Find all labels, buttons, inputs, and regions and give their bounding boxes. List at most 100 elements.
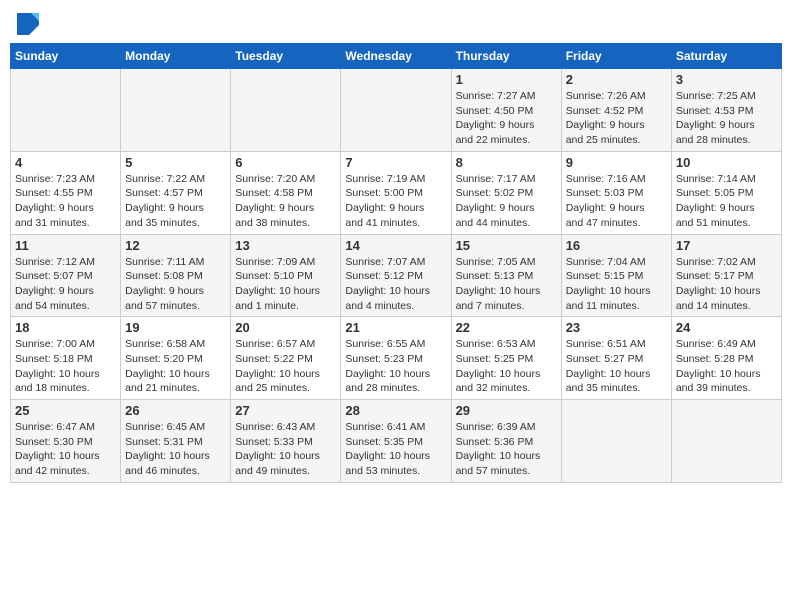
day-number: 27 [235,403,336,418]
calendar-cell: 15 Sunrise: 7:05 AM Sunset: 5:13 PM Dayli… [451,234,561,317]
day-info: Sunrise: 7:25 AM Sunset: 4:53 PM Dayligh… [676,89,777,148]
calendar-cell [561,400,671,483]
day-info: Sunrise: 6:58 AM Sunset: 5:20 PM Dayligh… [125,337,226,396]
day-info: Sunrise: 7:12 AM Sunset: 5:07 PM Dayligh… [15,255,116,314]
calendar-cell: 26 Sunrise: 6:45 AM Sunset: 5:31 PM Dayli… [121,400,231,483]
day-info: Sunrise: 6:49 AM Sunset: 5:28 PM Dayligh… [676,337,777,396]
day-number: 21 [345,320,446,335]
day-info: Sunrise: 7:09 AM Sunset: 5:10 PM Dayligh… [235,255,336,314]
day-info: Sunrise: 6:57 AM Sunset: 5:22 PM Dayligh… [235,337,336,396]
day-number: 1 [456,72,557,87]
column-header-sunday: Sunday [11,44,121,69]
calendar-cell: 17 Sunrise: 7:02 AM Sunset: 5:17 PM Dayli… [671,234,781,317]
day-info: Sunrise: 7:04 AM Sunset: 5:15 PM Dayligh… [566,255,667,314]
calendar-cell: 29Sunrise: 6:39 AM Sunset: 5:36 PM Dayli… [451,400,561,483]
day-info: Sunrise: 7:16 AM Sunset: 5:03 PM Dayligh… [566,172,667,231]
calendar-cell: 6Sunrise: 7:20 AM Sunset: 4:58 PM Daylig… [231,151,341,234]
calendar-cell: 12 Sunrise: 7:11 AM Sunset: 5:08 PM Dayli… [121,234,231,317]
day-info: Sunrise: 7:14 AM Sunset: 5:05 PM Dayligh… [676,172,777,231]
calendar-cell: 16 Sunrise: 7:04 AM Sunset: 5:15 PM Dayli… [561,234,671,317]
calendar-cell: 3 Sunrise: 7:25 AM Sunset: 4:53 PM Daylig… [671,69,781,152]
day-number: 19 [125,320,226,335]
calendar-cell: 28 Sunrise: 6:41 AM Sunset: 5:35 PM Dayli… [341,400,451,483]
day-number: 16 [566,238,667,253]
calendar-cell: 21 Sunrise: 6:55 AM Sunset: 5:23 PM Dayli… [341,317,451,400]
day-info: Sunrise: 7:02 AM Sunset: 5:17 PM Dayligh… [676,255,777,314]
column-header-thursday: Thursday [451,44,561,69]
column-header-friday: Friday [561,44,671,69]
day-info: Sunrise: 7:22 AM Sunset: 4:57 PM Dayligh… [125,172,226,231]
calendar-cell [341,69,451,152]
calendar-cell: 20 Sunrise: 6:57 AM Sunset: 5:22 PM Dayli… [231,317,341,400]
day-info: Sunrise: 6:41 AM Sunset: 5:35 PM Dayligh… [345,420,446,479]
calendar-cell: 9 Sunrise: 7:16 AM Sunset: 5:03 PM Daylig… [561,151,671,234]
calendar-cell: 13 Sunrise: 7:09 AM Sunset: 5:10 PM Dayli… [231,234,341,317]
day-number: 14 [345,238,446,253]
calendar-cell: 1 Sunrise: 7:27 AM Sunset: 4:50 PM Daylig… [451,69,561,152]
calendar-table: SundayMondayTuesdayWednesdayThursdayFrid… [10,43,782,483]
day-info: Sunrise: 7:27 AM Sunset: 4:50 PM Dayligh… [456,89,557,148]
day-info: Sunrise: 7:23 AM Sunset: 4:55 PM Dayligh… [15,172,116,231]
calendar-week-row: 18 Sunrise: 7:00 AM Sunset: 5:18 PM Dayli… [11,317,782,400]
day-info: Sunrise: 6:55 AM Sunset: 5:23 PM Dayligh… [345,337,446,396]
day-number: 25 [15,403,116,418]
day-number: 3 [676,72,777,87]
calendar-cell: 23 Sunrise: 6:51 AM Sunset: 5:27 PM Dayli… [561,317,671,400]
day-info: Sunrise: 6:53 AM Sunset: 5:25 PM Dayligh… [456,337,557,396]
logo-icon [17,13,39,35]
calendar-cell [671,400,781,483]
day-info: Sunrise: 7:17 AM Sunset: 5:02 PM Dayligh… [456,172,557,231]
day-info: Sunrise: 7:11 AM Sunset: 5:08 PM Dayligh… [125,255,226,314]
calendar-cell: 14 Sunrise: 7:07 AM Sunset: 5:12 PM Dayli… [341,234,451,317]
day-number: 28 [345,403,446,418]
day-info: Sunrise: 7:20 AM Sunset: 4:58 PM Dayligh… [235,172,336,231]
calendar-cell: 5 Sunrise: 7:22 AM Sunset: 4:57 PM Daylig… [121,151,231,234]
day-info: Sunrise: 6:45 AM Sunset: 5:31 PM Dayligh… [125,420,226,479]
day-number: 5 [125,155,226,170]
day-number: 2 [566,72,667,87]
calendar-cell [231,69,341,152]
calendar-cell [11,69,121,152]
column-header-tuesday: Tuesday [231,44,341,69]
calendar-cell: 8 Sunrise: 7:17 AM Sunset: 5:02 PM Daylig… [451,151,561,234]
calendar-cell: 19 Sunrise: 6:58 AM Sunset: 5:20 PM Dayli… [121,317,231,400]
calendar-cell: 22Sunrise: 6:53 AM Sunset: 5:25 PM Dayli… [451,317,561,400]
logo [14,10,39,35]
day-info: Sunrise: 7:19 AM Sunset: 5:00 PM Dayligh… [345,172,446,231]
calendar-cell [121,69,231,152]
calendar-week-row: 25Sunrise: 6:47 AM Sunset: 5:30 PM Dayli… [11,400,782,483]
calendar-cell: 11 Sunrise: 7:12 AM Sunset: 5:07 PM Dayli… [11,234,121,317]
day-number: 15 [456,238,557,253]
day-number: 17 [676,238,777,253]
calendar-cell: 25Sunrise: 6:47 AM Sunset: 5:30 PM Dayli… [11,400,121,483]
calendar-week-row: 1 Sunrise: 7:27 AM Sunset: 4:50 PM Daylig… [11,69,782,152]
day-number: 4 [15,155,116,170]
day-number: 18 [15,320,116,335]
calendar-cell: 10 Sunrise: 7:14 AM Sunset: 5:05 PM Dayli… [671,151,781,234]
calendar-cell: 18 Sunrise: 7:00 AM Sunset: 5:18 PM Dayli… [11,317,121,400]
day-info: Sunrise: 7:05 AM Sunset: 5:13 PM Dayligh… [456,255,557,314]
column-header-monday: Monday [121,44,231,69]
day-number: 10 [676,155,777,170]
day-number: 12 [125,238,226,253]
calendar-cell: 2Sunrise: 7:26 AM Sunset: 4:52 PM Daylig… [561,69,671,152]
day-number: 26 [125,403,226,418]
day-number: 9 [566,155,667,170]
calendar-week-row: 11 Sunrise: 7:12 AM Sunset: 5:07 PM Dayli… [11,234,782,317]
calendar-cell: 4 Sunrise: 7:23 AM Sunset: 4:55 PM Daylig… [11,151,121,234]
day-info: Sunrise: 7:07 AM Sunset: 5:12 PM Dayligh… [345,255,446,314]
calendar-cell: 27Sunrise: 6:43 AM Sunset: 5:33 PM Dayli… [231,400,341,483]
day-number: 11 [15,238,116,253]
day-number: 7 [345,155,446,170]
day-number: 29 [456,403,557,418]
day-number: 23 [566,320,667,335]
column-header-wednesday: Wednesday [341,44,451,69]
day-number: 8 [456,155,557,170]
day-info: Sunrise: 6:51 AM Sunset: 5:27 PM Dayligh… [566,337,667,396]
calendar-header-row: SundayMondayTuesdayWednesdayThursdayFrid… [11,44,782,69]
page-header [10,10,782,35]
calendar-week-row: 4 Sunrise: 7:23 AM Sunset: 4:55 PM Daylig… [11,151,782,234]
day-info: Sunrise: 7:00 AM Sunset: 5:18 PM Dayligh… [15,337,116,396]
day-number: 13 [235,238,336,253]
day-number: 20 [235,320,336,335]
